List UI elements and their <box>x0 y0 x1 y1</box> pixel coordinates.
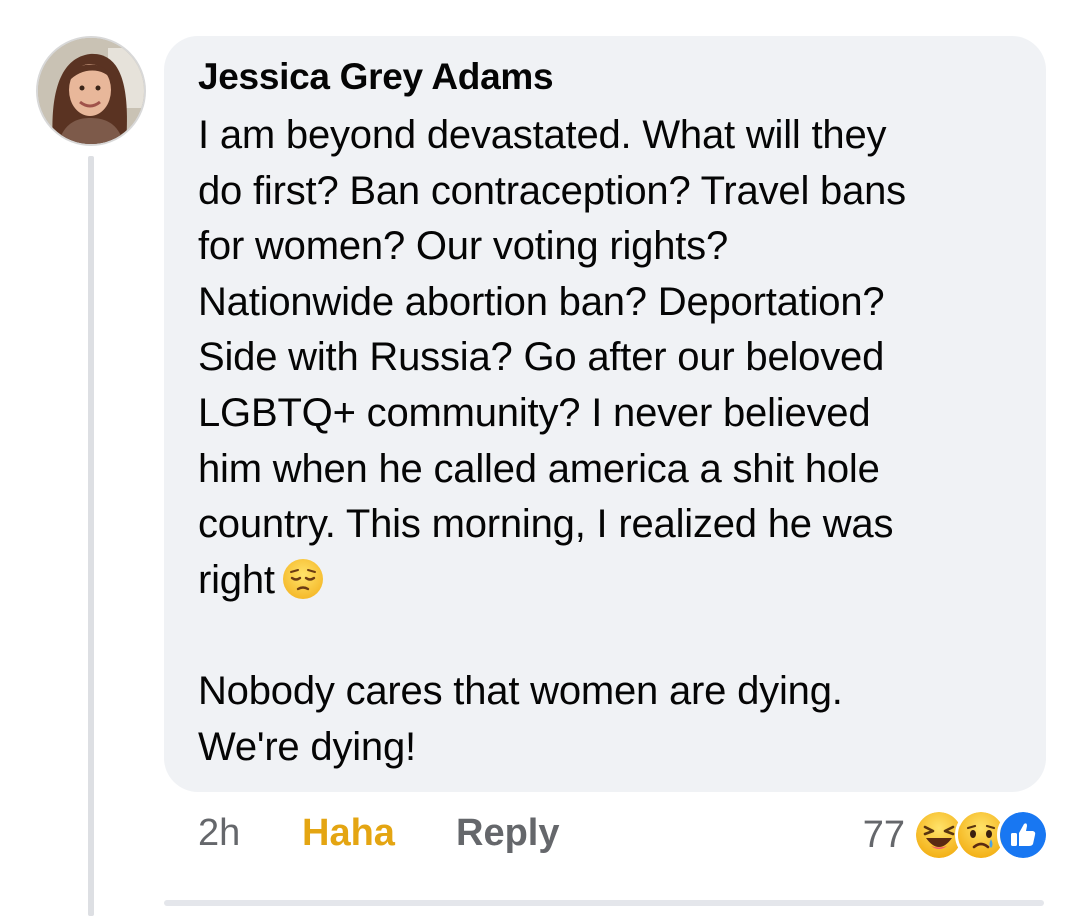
like-icon <box>997 809 1049 861</box>
comment-line: country. This morning, I realized he was <box>198 502 894 547</box>
reaction-count[interactable]: 77 <box>863 814 905 857</box>
comment-line: Side with Russia? Go after our beloved <box>198 335 885 380</box>
comment-line-text: right <box>198 557 275 602</box>
reaction-summary[interactable]: 77 <box>863 809 1049 861</box>
comment-line: him when he called america a shit hole <box>198 446 880 491</box>
comment-line-with-emoji: right <box>198 553 1018 609</box>
comment-body: I am beyond devastated. What will they d… <box>198 108 1018 775</box>
avatar-photo <box>38 38 144 144</box>
thread-connector-line <box>88 156 94 916</box>
comment-line: I am beyond devastated. What will they <box>198 113 887 157</box>
comment-line: Nobody cares that women are dying. <box>198 668 843 713</box>
haha-reaction-button[interactable]: Haha <box>302 812 395 855</box>
comment-author-name[interactable]: Jessica Grey Adams <box>198 56 554 98</box>
comment-line: do first? Ban contraception? Travel bans <box>198 168 906 213</box>
next-comment-edge <box>164 900 1044 906</box>
comment-line: We're dying! <box>198 724 416 769</box>
avatar[interactable] <box>36 36 146 146</box>
reply-button[interactable]: Reply <box>456 812 559 855</box>
pensive-face-icon <box>282 558 323 599</box>
comment-line: for women? Our voting rights? <box>198 224 729 269</box>
comment-timestamp[interactable]: 2h <box>198 812 240 855</box>
comment-line: Nationwide abortion ban? Deportation? <box>198 279 885 324</box>
comment-line: LGBTQ+ community? I never believed <box>198 390 871 435</box>
